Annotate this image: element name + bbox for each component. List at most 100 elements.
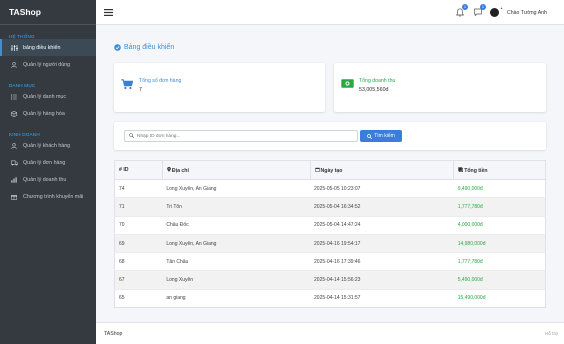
brand-logo[interactable]: TAShop xyxy=(0,0,96,25)
cell-date: 2025-04-16 17:39:46 xyxy=(310,252,454,271)
cell-date: 2025-04-14 15:56:23 xyxy=(310,270,454,290)
cell-date: 2025-04-16 19:54:17 xyxy=(310,233,454,253)
cell-date: 2025-05-04 14:47:24 xyxy=(310,215,454,235)
map-marker-icon xyxy=(167,166,171,174)
messages-icon[interactable]: 1 xyxy=(474,4,486,19)
user-greeting[interactable]: Chào Tường Anh xyxy=(507,10,547,16)
page-title-text: Bảng điều khiển xyxy=(124,44,175,51)
gift-icon xyxy=(9,194,19,200)
cart-icon xyxy=(121,79,134,92)
footer-brand: TAShop xyxy=(104,331,123,337)
cell-address: Tri Tôn xyxy=(162,197,311,217)
cell-id: 71 xyxy=(114,197,163,217)
sidebar-item-label: Quản lý khách hàng xyxy=(23,142,71,149)
cell-id: 70 xyxy=(114,215,163,235)
revenue-stat-value: 53,005,560đ xyxy=(359,87,389,93)
cell-date: 2025-05-04 16:34:52 xyxy=(310,197,454,217)
footer-support-link[interactable]: Hỗ trợ xyxy=(545,331,558,336)
sidebar-item-label: Quản lý đơn hàng xyxy=(23,159,66,166)
orders-stat-card: Tổng số đơn hàng 7 xyxy=(114,63,325,112)
cell-total: 9,490,000đ xyxy=(453,178,546,198)
user-avatar[interactable] xyxy=(490,8,499,17)
cell-total: 5,490,000đ xyxy=(453,270,546,290)
sidebar-item-users[interactable]: Quản lý người dùng xyxy=(0,56,96,73)
sidebar-item-label: Quản lý người dùng xyxy=(23,61,71,68)
sidebar-item-orders[interactable]: Quản lý đơn hàng xyxy=(0,154,96,171)
truck-icon xyxy=(9,160,19,166)
chevron-up-icon: ▲ xyxy=(500,6,503,10)
revenue-stat-card: Tổng doanh thu 53,005,560đ xyxy=(334,63,546,112)
orders-stat-value: 7 xyxy=(139,87,142,93)
menu-toggle-icon[interactable] xyxy=(104,9,113,18)
customer-icon xyxy=(9,142,19,149)
money-icon xyxy=(341,79,354,90)
column-header-date[interactable]: Ngày tạo xyxy=(309,160,455,180)
sidebar-item-dashboard[interactable]: bảng điều khiển xyxy=(0,39,96,56)
sidebar-section-business: KINH DOANH xyxy=(9,132,40,137)
sidebar: TAShop HỆ THỐNG bảng điều khiển Quản lý … xyxy=(0,0,96,344)
orders-stat-label: Tổng số đơn hàng xyxy=(139,78,182,84)
search-card: Tìm kiếm xyxy=(114,122,546,150)
check-circle-icon xyxy=(114,44,121,51)
page-title: Bảng điều khiển xyxy=(114,44,174,51)
money-bill-icon xyxy=(458,166,464,174)
search-button[interactable]: Tìm kiếm xyxy=(360,130,402,142)
cell-total: 14,980,000đ xyxy=(453,233,546,253)
sidebar-item-label: Chương trình khuyến mãi xyxy=(23,193,84,200)
cell-id: 68 xyxy=(114,252,163,271)
sidebar-item-label: Quản lý danh mục xyxy=(23,93,66,100)
sidebar-section-catalog: DANH MỤC xyxy=(9,83,36,88)
cell-address: Tân Châu xyxy=(162,252,311,271)
table-row[interactable]: 71 Tri Tôn 2025-05-04 16:34:52 1,777,780… xyxy=(114,197,546,217)
footer: TAShop Hỗ trợ xyxy=(96,322,564,344)
bar-chart-icon xyxy=(9,176,19,183)
cell-total: 4,000,000đ xyxy=(453,215,546,235)
table-row[interactable]: 69 Long Xuyên, An Giang 2025-04-16 19:54… xyxy=(114,233,546,253)
cell-address: Long Xuyên, An Giang xyxy=(162,233,311,253)
order-id-input[interactable] xyxy=(137,133,337,139)
cell-id: 65 xyxy=(114,288,163,308)
cell-address: Long Xuyên xyxy=(162,270,311,290)
notification-count-badge: 1 xyxy=(462,4,468,10)
search-icon xyxy=(129,132,134,140)
sidebar-item-label: Quản lý hàng hóa xyxy=(23,110,65,117)
search-field[interactable] xyxy=(124,130,358,142)
cell-total: 1,777,780đ xyxy=(453,197,546,217)
message-count-badge: 1 xyxy=(480,4,486,10)
table-row[interactable]: 68 Tân Châu 2025-04-16 17:39:46 1,777,78… xyxy=(114,252,546,271)
sidebar-item-categories[interactable]: Quản lý danh mục xyxy=(0,88,96,105)
sidebar-item-products[interactable]: Quản lý hàng hóa xyxy=(0,105,96,122)
box-icon xyxy=(9,110,19,117)
cell-date: 2025-04-14 15:31:57 xyxy=(310,288,454,308)
cell-total: 1,777,780đ xyxy=(453,252,546,271)
cell-id: 69 xyxy=(114,233,163,253)
search-button-label: Tìm kiếm xyxy=(374,133,395,139)
cell-id: 74 xyxy=(114,178,163,198)
sidebar-item-promotions[interactable]: Chương trình khuyến mãi xyxy=(0,188,96,205)
notification-bell-icon[interactable]: 1 xyxy=(455,4,468,19)
topbar: 1 1 ▲ Chào Tường Anh xyxy=(96,0,564,25)
orders-table: # ID Địa chỉ Ngày tạo Tổng tiền 74 Long … xyxy=(114,160,546,309)
table-row[interactable]: 67 Long Xuyên 2025-04-14 15:56:23 5,490,… xyxy=(114,270,546,290)
column-header-id[interactable]: # ID xyxy=(114,160,163,180)
table-row[interactable]: 74 Long Xuyên, An Giang 2025-05-05 10:23… xyxy=(114,178,546,198)
sidebar-item-label: Quản lý doanh thu xyxy=(23,176,67,183)
sidebar-item-label: bảng điều khiển xyxy=(23,44,61,51)
sidebar-item-customers[interactable]: Quản lý khách hàng xyxy=(0,137,96,154)
search-icon xyxy=(367,133,373,139)
cell-date: 2025-05-05 10:23:07 xyxy=(310,178,454,198)
cell-id: 67 xyxy=(114,270,163,290)
cell-address: an giang xyxy=(162,288,311,308)
cell-address: Long Xuyên, An Giang xyxy=(162,178,311,198)
sidebar-section-system: HỆ THỐNG xyxy=(9,34,35,39)
table-header-row: # ID Địa chỉ Ngày tạo Tổng tiền xyxy=(114,160,546,180)
table-row[interactable]: 70 Châu Đốc 2025-05-04 14:47:24 4,000,00… xyxy=(114,215,546,235)
user-icon xyxy=(9,61,19,68)
column-header-total[interactable]: Tổng tiền xyxy=(453,160,546,180)
sidebar-item-revenue[interactable]: Quản lý doanh thu xyxy=(0,171,96,188)
table-row[interactable]: 65 an giang 2025-04-14 15:31:57 15,490,0… xyxy=(114,288,546,308)
sliders-icon xyxy=(9,44,19,51)
column-header-address[interactable]: Địa chỉ xyxy=(161,160,311,180)
revenue-stat-label: Tổng doanh thu xyxy=(359,78,396,84)
calendar-icon xyxy=(314,167,320,174)
